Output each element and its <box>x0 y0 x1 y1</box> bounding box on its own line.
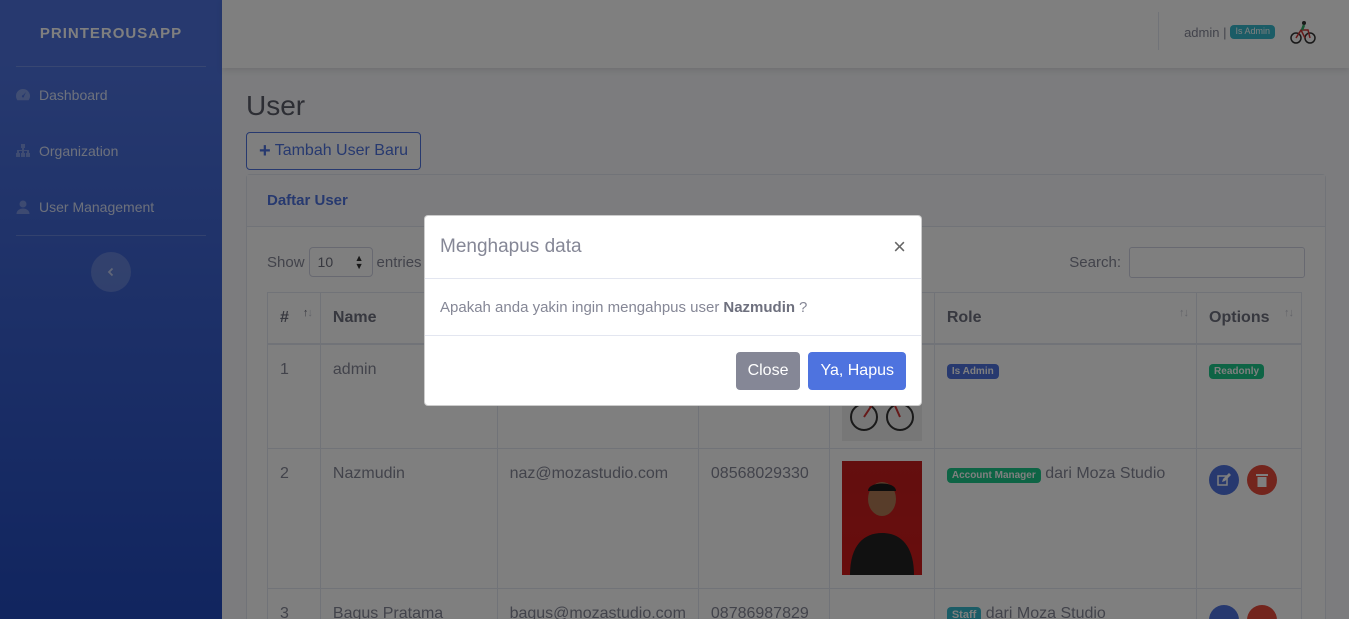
confirm-delete-button[interactable]: Ya, Hapus <box>808 352 906 390</box>
modal-message: Apakah anda yakin ingin mengahpus user <box>440 298 720 316</box>
modal-user-name: Nazmudin <box>723 298 796 316</box>
modal-body: Apakah anda yakin ingin mengahpus user N… <box>425 279 921 336</box>
modal-message-end: ? <box>799 298 808 316</box>
delete-confirm-modal: Menghapus data × Apakah anda yakin ingin… <box>424 215 922 406</box>
modal-header: Menghapus data × <box>425 216 921 279</box>
modal-title: Menghapus data <box>440 236 582 257</box>
modal-footer: Close Ya, Hapus <box>425 336 921 406</box>
close-button[interactable]: Close <box>735 352 801 390</box>
close-icon[interactable]: × <box>893 234 906 260</box>
